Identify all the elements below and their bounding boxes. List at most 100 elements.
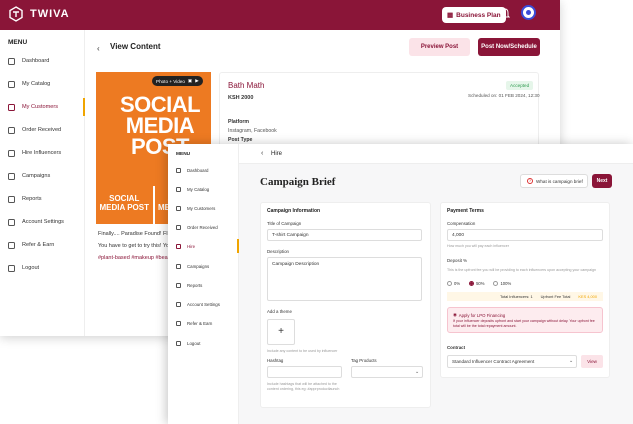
what-is-campaign-brief-button[interactable]: ? What is campaign brief [520,174,588,188]
sidebar: MENU Dashboard My Catalog My Customers O… [168,144,239,424]
option-label: 0% [454,281,461,286]
caption-hashtags: #plant-based #makeup #beau [98,255,171,261]
description-textarea[interactable]: Campaign Description [267,257,422,301]
add-theme-button[interactable]: + [267,319,295,345]
contract-select[interactable]: Standard Influencer Contract Agreement [447,355,577,368]
post-now-button[interactable]: Post Now/Schedule [478,38,540,56]
video-icon: ▶ [195,78,199,83]
deposit-option-50[interactable]: 50% [469,281,484,286]
sidebar-item-label: Logout [187,340,201,346]
sidebar-item-dashboard[interactable]: Dashboard [168,163,239,177]
section-heading: Campaign Information [267,208,321,214]
totals-bar: Total Influencers: 1 Upfront Fee Total K… [447,292,603,301]
deposit-option-100[interactable]: 100% [493,281,511,286]
back-arrow-icon[interactable]: ‹ [97,44,100,53]
sidebar-item-reports[interactable]: Reports [168,278,239,292]
radio-selected-icon [469,281,475,286]
order-icon [176,224,181,230]
view-contract-button[interactable]: View [581,355,603,368]
sidebar-item-label: Reports [187,282,203,288]
option-label: 100% [500,281,512,286]
sidebar-item-campaigns[interactable]: Campaigns [168,259,239,273]
radio-icon [493,281,499,286]
deposit-hint: This is the upfront fee you will be prov… [447,268,597,272]
gear-icon [176,301,181,307]
sidebar-item-refer[interactable]: Refer & Earn [168,316,239,330]
sidebar-item-label: My Catalog [187,186,210,192]
sidebar-item-catalog[interactable]: My Catalog [168,182,239,196]
deposit-options: 0% 50% 100% [447,281,511,286]
payment-terms-card: Payment Terms Compensation 4,000 How muc… [440,202,610,378]
sidebar-item-logout[interactable]: Logout [0,259,85,277]
photo-icon: ▣ [187,78,193,83]
users-icon [8,103,15,111]
sidebar-item-dashboard[interactable]: Dashboard [0,52,85,70]
order-icon [8,126,15,134]
hire-icon [176,243,181,249]
platform-label: Platform [228,119,250,125]
brand-logo[interactable]: TWIVA [8,6,70,22]
sidebar-item-reports[interactable]: Reports [0,190,85,208]
section-heading: Payment Terms [447,208,484,214]
share-icon [8,241,15,249]
bell-icon[interactable] [500,8,510,20]
catalog-icon [176,186,181,192]
product-name: Bath Math [228,81,265,90]
sidebar-item-settings[interactable]: Account Settings [168,297,239,311]
sidebar-item-settings[interactable]: Account Settings [0,213,85,231]
next-button[interactable]: Next [592,174,612,188]
avatar[interactable] [521,5,536,20]
sidebar-item-logout[interactable]: Logout [168,336,239,350]
users-icon [176,205,181,211]
top-bar: TWIVA ▦ Business Plan [0,0,560,30]
sidebar-item-orders[interactable]: Order Received [168,220,239,234]
sidebar-item-label: Order Received [187,224,218,230]
question-icon: ? [527,178,533,184]
upfront-value: KES 4,000 [578,294,597,299]
sidebar-item-label: Refer & Earn [22,242,55,248]
contract-label-text: Contract [447,345,466,350]
chevron-down-icon: ⌄ [415,369,420,375]
business-plan-button[interactable]: ▦ Business Plan [442,7,506,23]
compensation-input[interactable]: 4,000 [447,229,603,241]
sidebar-item-label: Campaigns [187,263,210,269]
back-arrow-icon[interactable]: ‹ [261,150,263,157]
deposit-option-0[interactable]: 0% [447,281,460,286]
logout-icon [176,340,181,346]
sidebar-item-label: Campaigns [22,173,51,179]
sidebar-item-hire[interactable]: Hire [168,239,239,253]
hashtag-input[interactable] [267,366,342,378]
sidebar-item-label: Order Received [22,127,62,133]
hashtag-hint: Include hashtags that will be attached t… [267,382,340,391]
sidebar-item-label: Hire Influencers [22,150,62,156]
campaign-title-input[interactable]: T-shirt Campaign [267,229,422,241]
thumbnail[interactable]: SOCIAL MEDIA POST [96,186,153,224]
hashtag-label: Hashtag [267,358,284,363]
tag-products-label: Tag Products [351,358,377,363]
sidebar-item-refer[interactable]: Refer & Earn [0,236,85,254]
description-label: Description [267,249,289,254]
sidebar-title: MENU [176,152,191,157]
theme-hint: Include any content to be used by influe… [267,349,338,353]
hire-icon [8,149,15,157]
sidebar-item-customers[interactable]: My Customers [0,98,85,116]
sidebar-item-catalog[interactable]: My Catalog [0,75,85,93]
total-influencers: Total Influencers: 1 [499,294,533,299]
sidebar-item-hire[interactable]: Hire Influencers [0,144,85,162]
sidebar-item-campaigns[interactable]: Campaigns [0,167,85,185]
preview-post-button[interactable]: Preview Post [409,38,470,56]
tag-products-select[interactable] [351,366,423,378]
brand-name: TWIVA [30,8,70,20]
caption-line: You have to get to try this! You [98,243,173,249]
lpo-financing-box[interactable]: ◉ Apply for LPO Financing If your influe… [447,307,603,333]
contract-label: Contract [447,345,465,350]
upfront-label: Upfront Fee Total [540,294,571,299]
what-label: What is campaign brief [536,178,583,184]
twiva-logo-icon [9,6,23,22]
media-type-label: Photo + Video [156,78,185,84]
media-type-badge: Photo + Video ▣ ▶ [152,76,203,86]
sidebar-item-orders[interactable]: Order Received [0,121,85,139]
page-title: Campaign Brief [260,176,336,188]
sidebar-item-customers[interactable]: My Customers [168,201,239,215]
product-price: KSH 2000 [228,95,254,101]
